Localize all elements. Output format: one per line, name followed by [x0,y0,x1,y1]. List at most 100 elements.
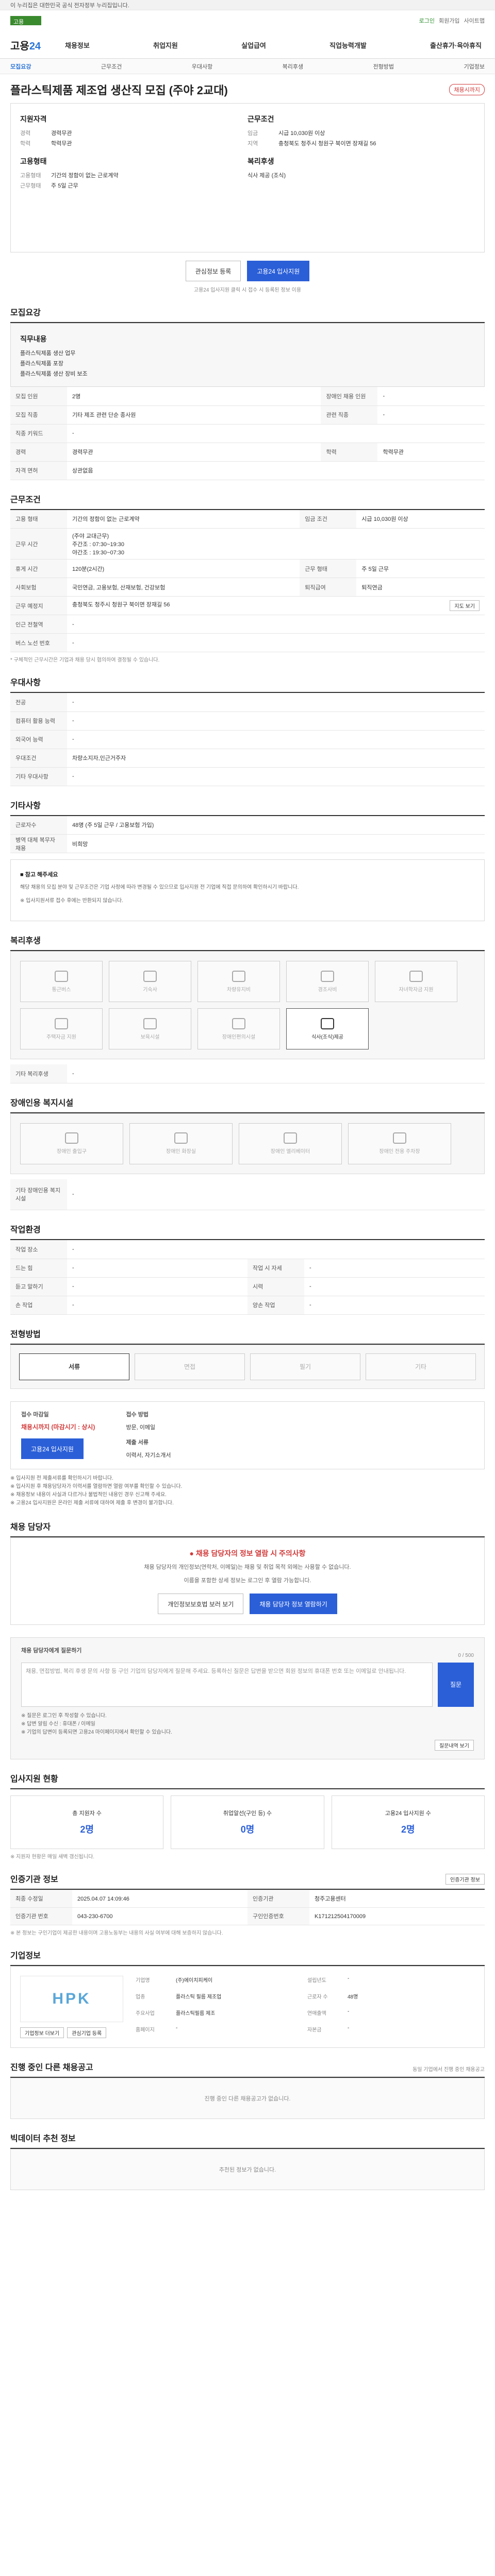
table-row: 기타 복리후생 - [10,1064,485,1083]
privacy-law-button[interactable]: 개인정보보호법 보러 보기 [158,1593,244,1614]
duty-text: 플라스틱제품 생산 업무 [20,350,76,357]
warning-text: 채용 담당자의 정보 열람 시 주의사항 [195,1549,306,1557]
cond-row: 임금 시급 10,030원 이상 [248,128,475,139]
row-value: - [67,711,485,731]
qual-label: 경력 [20,130,31,137]
row-label: 외국어 능력 [10,730,67,749]
recruit-table: 모집 인원 2명 장애인 채용 인원 - 모집 직종 기타 제조 관련 단순 종사원 관련… [10,387,485,480]
manager-box: ● 채용 담당자의 정보 열람 시 주의사항 채용 담당자의 개인정보(연락처,… [10,1537,485,1625]
tab-welfare[interactable]: 복리후생 [283,62,303,71]
disabled-grid: 장애인 출입구 장애인 화장실 장애인 엘리베이터 장애인 전용 주차장 [10,1113,485,1174]
cond-value: 충청북도 청주시 청원구 북이면 장재길 56 [278,141,376,147]
disabled-label: 장애인 전용 주차장 [379,1149,420,1155]
apply-note-line: ※ 고용24 입사지원은 온라인 제출 서류에 대하여 제출 후 변경이 불가합… [10,1500,174,1506]
company-value: 플라스틱필름 제조 [176,2011,216,2016]
benefit-other-table: 기타 복리후생 - [10,1064,485,1083]
cond-label: 지역 [248,141,258,147]
disabled-label: 장애인 화장실 [166,1149,196,1155]
map-button[interactable]: 지도 보기 [450,600,480,611]
company-section: 기업정보 HPK 기업정보 더보기 관심기업 등록 기업명 (주)에이치피케이 설… [10,1948,485,2048]
company-box: HPK 기업정보 더보기 관심기업 등록 기업명 (주)에이치피케이 설립년도 - … [10,1965,485,2048]
site-logo[interactable]: 고용24 [10,38,62,53]
row-value: - [67,1259,248,1278]
company-follow-button[interactable]: 관심기업 등록 [67,2027,107,2038]
summary-actions: 관심정보 등록 고용24 입사지원 [10,261,485,281]
company-info: 기업명 (주)에이치피케이 설립년도 - 업종 플라스틱 필름 제조업 근로자 수 48… [136,1976,475,2038]
tab-company[interactable]: 기업정보 [464,62,484,71]
welfare-summary-heading: 복리후생 [248,157,274,165]
menu-benefit[interactable]: 실업급여 [238,40,269,50]
inquiry-head: 채용 담당자에게 질문하기 0 / 500 [21,1646,474,1658]
benefit-label: 장애인편의시설 [222,1034,256,1040]
disabled-elevator: 장애인 엘리베이터 [239,1123,342,1164]
menu-jobs[interactable]: 채용정보 [62,40,93,50]
row-label: 퇴직급여 [300,578,357,597]
reg-value: 043-230-6700 [72,1908,248,1925]
inquiry-note-line: ※ 질문은 로그인 후 작성할 수 있습니다. [21,1713,107,1719]
row-label: 모집 직종 [10,405,67,425]
company-logo-col: HPK 기업정보 더보기 관심기업 등록 [20,1975,123,2038]
login-link[interactable]: 로그인 [419,16,435,25]
other-jobs-section: 진행 중인 다른 채용공고 동일 기업에서 진행 중인 채용공고 진행 중인 다… [10,2060,485,2119]
logo-accent: 24 [29,40,41,52]
table-row: 기타 장애인용 복지시설 - [10,1179,485,1210]
company-label: 업종 [136,1994,145,2000]
tab-recruit[interactable]: 모집요강 [10,62,31,71]
row-label: 고용 형태 [10,510,67,529]
company-value: 48명 [348,1994,358,2000]
inquiry-title: 채용 담당자에게 질문하기 [21,1647,82,1654]
reg-button[interactable]: 인증기관 정보 [446,1873,485,1885]
row-label: 직종 키워드 [10,424,67,443]
menu-leave[interactable]: 출산휴가·육아휴직 [427,40,485,50]
question-history-button[interactable]: 질문내역 보기 [435,1739,474,1751]
table-row: 인근 전철역 - [10,615,485,634]
qual-value: 경력무관 [51,130,72,137]
tab-process[interactable]: 전형방법 [373,62,394,71]
apply-note-line: ※ 채용정보 내용이 사실과 다르거나 불법적인 내용인 경우 신고해 주세요. [10,1492,167,1498]
company-more-button[interactable]: 기업정보 더보기 [20,2027,64,2038]
question-input[interactable]: 채용, 면접방법, 복리 후생 문의 사항 등 구인 기업의 담당자에게 질문해… [21,1662,433,1707]
qual-row: 학력 학력무관 [20,139,248,149]
interest-button[interactable]: 관심정보 등록 [185,261,241,281]
duty-line: 플라스틱제품 생산 장비 보조 [20,369,475,379]
stat-value: 2명 [80,1824,94,1835]
row-label: 임금 조건 [300,510,357,529]
view-manager-button[interactable]: 채용 담당자 정보 열람하기 [250,1593,337,1614]
manager-title: 채용 담당자 [10,1520,485,1537]
etc-title: 기타사항 [10,799,485,816]
table-row: 모집 인원 2명 장애인 채용 인원 - [10,387,485,406]
sitemap-link[interactable]: 사이트맵 [464,16,485,25]
row-label: 인근 전철역 [10,615,67,634]
reg-value: 청주고용센터 [309,1890,485,1908]
row-value: 시급 10,030원 이상 [356,510,485,529]
reg-head: 인증기관 정보 인증기관 정보 [10,1872,485,1890]
apply-button[interactable]: 고용24 입사지원 [247,261,310,281]
other-jobs-empty: 진행 중인 다른 채용공고가 없습니다. [10,2077,485,2119]
house-icon [143,970,157,982]
inquiry-box: 채용 담당자에게 질문하기 0 / 500 채용, 면접방법, 복리 후생 문의… [10,1637,485,1759]
disabled-label: 장애인 엘리베이터 [270,1149,310,1155]
tab-pref[interactable]: 우대사항 [192,62,212,71]
brand-strip[interactable]: 고용 [10,16,41,25]
recommend-empty: 추천된 정보가 없습니다. [10,2148,485,2190]
process-title: 전형방법 [10,1327,485,1345]
section-tabs: 모집요강 근무조건 우대사항 복리후생 전형방법 기업정보 [0,59,495,74]
door-icon [65,1132,78,1144]
qualification-block: 지원자격 경력 경력무관 학력 학력무관 [20,114,248,149]
company-label: 연매출액 [307,2011,326,2016]
tab-work[interactable]: 근무조건 [101,62,122,71]
step-other: 기타 [366,1353,476,1380]
send-question-button[interactable]: 질문 [438,1662,474,1707]
inquiry-section: 채용 담당자에게 질문하기 0 / 500 채용, 면접방법, 복리 후생 문의… [10,1637,485,1759]
row-label: 사회보험 [10,578,67,597]
qual-label: 학력 [20,141,31,147]
signup-link[interactable]: 회원가입 [439,16,459,25]
row-label: 기타 복리후생 [10,1064,67,1083]
apply-button-bottom[interactable]: 고용24 입사지원 [21,1438,84,1459]
row-value: 기타 제조 관련 단순 종사원 [67,405,321,425]
step-interview: 면접 [135,1353,245,1380]
apply-box: 접수 마감일 채용시까지 (마감시기 : 상시) 고용24 입사지원 접수 방법… [10,1401,485,1469]
menu-training[interactable]: 직업능력개발 [326,40,370,50]
menu-support[interactable]: 취업지원 [150,40,181,50]
form-value: 기간의 정함이 없는 근로계약 [51,173,119,179]
